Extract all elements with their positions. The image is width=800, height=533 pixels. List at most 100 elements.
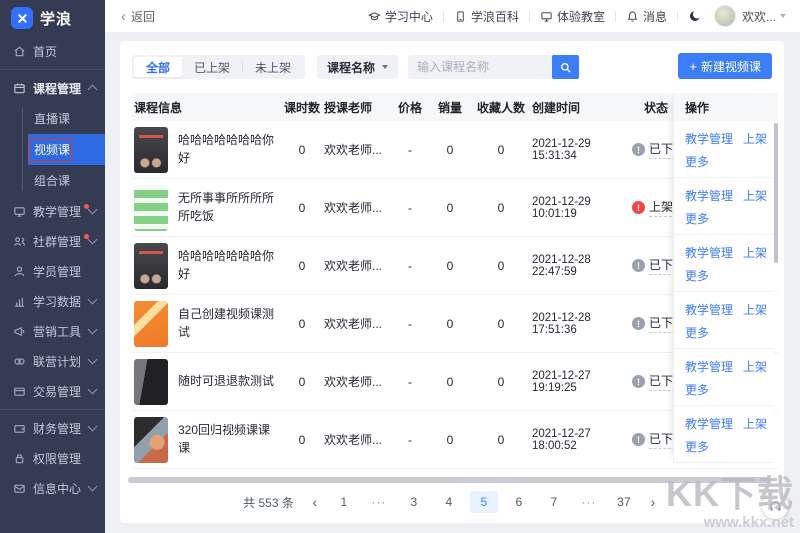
graduation-cap-icon xyxy=(368,10,381,23)
sidebar-item-combo-course[interactable]: 组合课 xyxy=(28,165,105,196)
sidebar-item-message-center[interactable]: 信息中心 xyxy=(0,473,105,503)
prev-page-button[interactable]: ‹ xyxy=(307,494,323,510)
page-button[interactable]: 37 xyxy=(610,491,638,513)
header-course-info: 课程信息 xyxy=(132,99,280,116)
status-icon xyxy=(632,201,645,214)
more-link[interactable]: 更多 xyxy=(685,440,709,454)
chevron-down-icon xyxy=(88,422,98,432)
search-input[interactable] xyxy=(408,55,552,79)
sidebar-item-learning-data[interactable]: 学习数据 xyxy=(0,286,105,316)
divider xyxy=(529,11,530,22)
app-logo: 学浪 xyxy=(0,0,105,36)
sidebar-item-finance-management[interactable]: 财务管理 xyxy=(0,413,105,443)
community-icon xyxy=(13,235,26,248)
menu-item-learning-center[interactable]: 学习中心 xyxy=(368,8,433,25)
search-button[interactable] xyxy=(552,55,579,79)
teacher-name: 欢欢老师... xyxy=(324,315,390,332)
publish-link[interactable]: 上架 xyxy=(743,187,767,204)
teacher-name: 欢欢老师... xyxy=(324,199,390,216)
teaching-manage-link[interactable]: 教学管理 xyxy=(685,187,733,204)
tab-all[interactable]: 全部 xyxy=(134,57,182,77)
tab-label: 已上架 xyxy=(194,59,230,76)
search-icon xyxy=(559,61,572,74)
sidebar-item-marketing-tools[interactable]: 营销工具 xyxy=(0,316,105,346)
user-name: 欢欢... xyxy=(742,8,776,25)
created-time: 2021-12-29 10:01:19 xyxy=(532,196,632,220)
page-button[interactable]: 6 xyxy=(505,491,533,513)
filter-field-select[interactable]: 课程名称 xyxy=(317,55,398,79)
course-thumbnail xyxy=(134,185,168,231)
sidebar-item-video-course[interactable]: 视频课 xyxy=(28,134,105,165)
dark-mode-toggle[interactable] xyxy=(688,9,702,23)
sidebar-item-course-management[interactable]: 课程管理 xyxy=(0,73,105,103)
next-page-button[interactable]: › xyxy=(645,494,661,510)
teaching-manage-link[interactable]: 教学管理 xyxy=(685,301,733,318)
sales-count: 0 xyxy=(430,201,470,215)
more-link[interactable]: 更多 xyxy=(685,383,709,397)
user-menu[interactable]: 欢欢... xyxy=(742,8,786,25)
user-avatar[interactable] xyxy=(714,5,736,27)
teaching-manage-link[interactable]: 教学管理 xyxy=(685,358,733,375)
wallet-icon xyxy=(13,422,26,435)
ellipsis[interactable]: ··· xyxy=(575,491,603,513)
sidebar-item-trade-management[interactable]: 交易管理 xyxy=(0,376,105,406)
teaching-manage-link[interactable]: 教学管理 xyxy=(685,130,733,147)
sidebar-item-teaching-management[interactable]: 教学管理 xyxy=(0,196,105,226)
publish-link[interactable]: 上架 xyxy=(743,130,767,147)
sidebar-item-permission-management[interactable]: 权限管理 xyxy=(0,443,105,473)
more-link[interactable]: 更多 xyxy=(685,155,709,169)
phone-icon xyxy=(454,10,467,23)
tab-unpublished[interactable]: 未上架 xyxy=(243,57,303,77)
lesson-count: 0 xyxy=(280,201,324,215)
course-title: 320回归视频课课课 xyxy=(178,422,280,457)
menu-item-demo-classroom[interactable]: 体验教室 xyxy=(540,8,605,25)
tab-published[interactable]: 已上架 xyxy=(182,57,242,77)
more-link[interactable]: 更多 xyxy=(685,326,709,340)
sidebar-item-student-management[interactable]: 学员管理 xyxy=(0,256,105,286)
app-name: 学浪 xyxy=(40,8,72,29)
vertical-scrollbar-thumb[interactable] xyxy=(774,123,778,263)
page-button[interactable]: 7 xyxy=(540,491,568,513)
publish-link[interactable]: 上架 xyxy=(743,301,767,318)
sidebar-item-label: 课程管理 xyxy=(33,80,81,97)
ellipsis[interactable]: ··· xyxy=(365,491,393,513)
sidebar-item-home[interactable]: 首页 xyxy=(0,36,105,66)
student-icon xyxy=(13,265,26,278)
teacher-name: 欢欢老师... xyxy=(324,431,390,448)
more-link[interactable]: 更多 xyxy=(685,212,709,226)
page-button[interactable]: 3 xyxy=(400,491,428,513)
publish-link[interactable]: 上架 xyxy=(743,244,767,261)
customer-service-button[interactable] xyxy=(762,493,788,519)
sidebar-item-alliance-plan[interactable]: 联营计划 xyxy=(0,346,105,376)
publish-link[interactable]: 上架 xyxy=(743,415,767,432)
course-thumbnail xyxy=(134,359,168,405)
menu-item-wiki[interactable]: 学浪百科 xyxy=(454,8,519,25)
page-button[interactable]: 4 xyxy=(435,491,463,513)
home-icon xyxy=(13,45,26,58)
sidebar-item-community-management[interactable]: 社群管理 xyxy=(0,226,105,256)
main-content: 全部 已上架 未上架 课程名称 xyxy=(105,33,800,533)
header-operations: 操作 xyxy=(674,93,774,121)
back-button[interactable]: 返回 xyxy=(121,8,155,25)
moon-icon xyxy=(688,9,702,23)
new-video-course-button[interactable]: 新建视频课 xyxy=(678,53,772,79)
sales-count: 0 xyxy=(430,433,470,447)
chart-icon xyxy=(13,295,26,308)
teaching-manage-link[interactable]: 教学管理 xyxy=(685,244,733,261)
caret-down-icon xyxy=(382,65,388,69)
horizontal-scrollbar-thumb[interactable] xyxy=(128,477,770,483)
favorites-count: 0 xyxy=(470,433,532,447)
sidebar-item-live-course[interactable]: 直播课 xyxy=(28,103,105,134)
more-link[interactable]: 更多 xyxy=(685,269,709,283)
chevron-down-icon xyxy=(88,385,98,395)
page-button[interactable]: 1 xyxy=(330,491,358,513)
page-button-active[interactable]: 5 xyxy=(470,491,498,513)
row-operations: 教学管理 上架 更多 xyxy=(674,235,774,292)
status-icon xyxy=(632,375,645,388)
caret-down-icon xyxy=(780,14,786,18)
menu-item-messages[interactable]: 消息 xyxy=(626,8,667,25)
publish-link[interactable]: 上架 xyxy=(743,358,767,375)
lesson-count: 0 xyxy=(280,259,324,273)
teaching-manage-link[interactable]: 教学管理 xyxy=(685,415,733,432)
sidebar-item-label: 视频课 xyxy=(34,141,70,158)
